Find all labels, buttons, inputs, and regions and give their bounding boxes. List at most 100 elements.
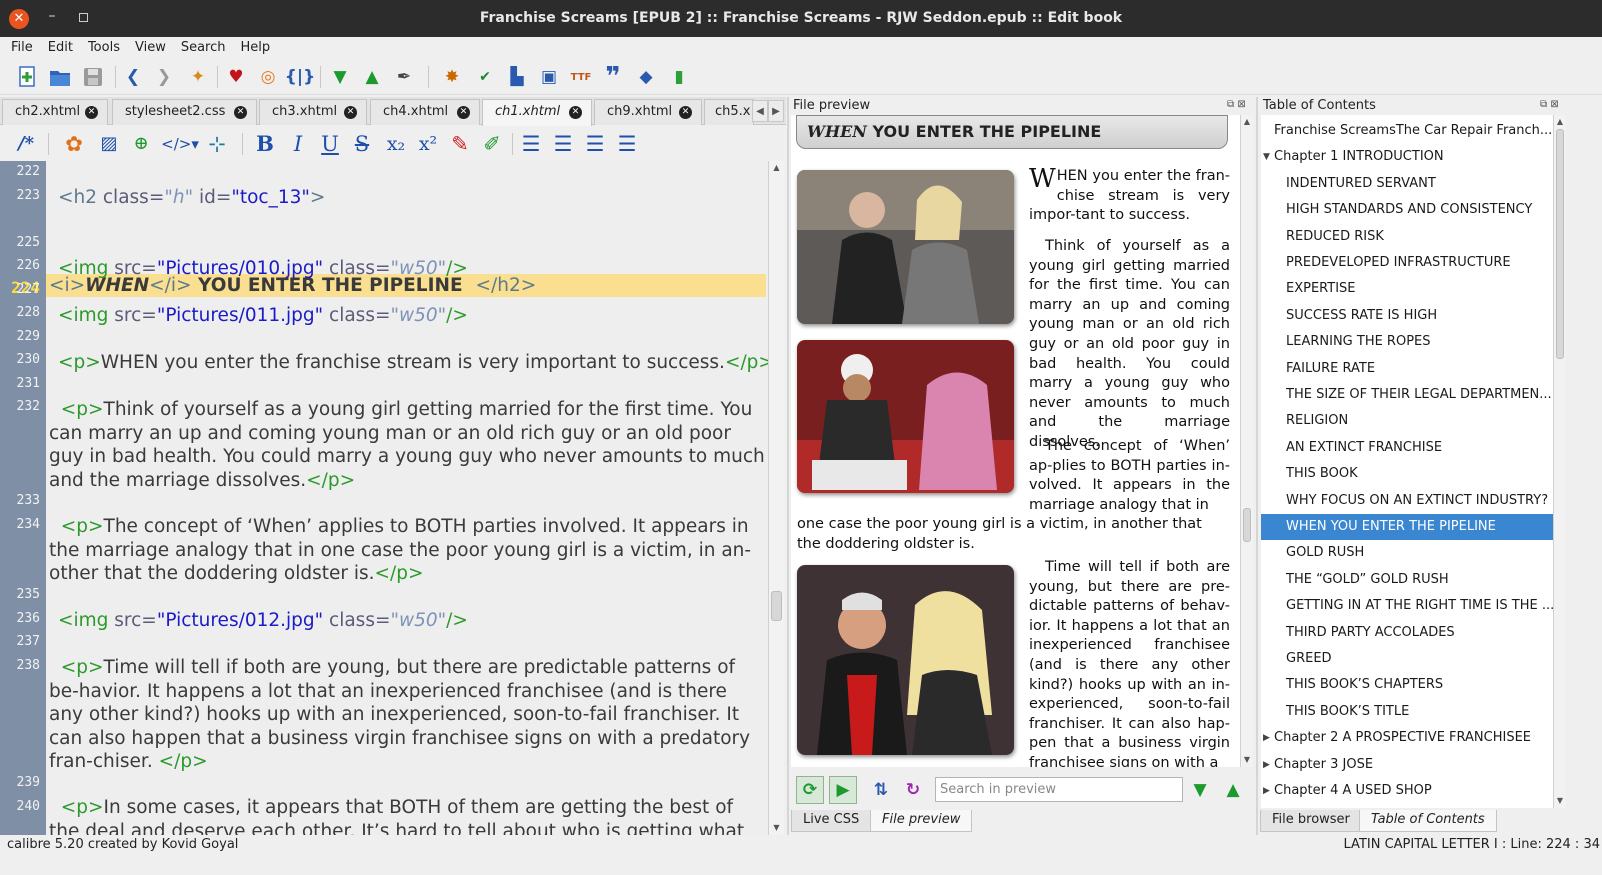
insert-link-icon[interactable]: ⊕ <box>128 132 154 156</box>
toc-item[interactable]: WHEN YOU ENTER THE PIPELINE <box>1261 514 1553 541</box>
toc-item[interactable]: HIGH STANDARDS AND CONSISTENCY <box>1261 197 1553 223</box>
menu-help[interactable]: Help <box>241 37 271 59</box>
dictionary-icon[interactable]: ▣ <box>537 65 561 89</box>
strikethrough-icon[interactable]: S <box>350 132 374 156</box>
insert-image-icon[interactable]: ▨ <box>96 132 122 156</box>
tab-ch5[interactable]: ch5.x <box>704 99 754 125</box>
undo-icon[interactable]: ❮ <box>121 65 145 89</box>
toc-item[interactable]: THIS BOOK <box>1261 461 1553 487</box>
save-icon[interactable] <box>81 65 105 89</box>
toc-item[interactable]: AN EXTINCT FRANCHISE <box>1261 435 1553 461</box>
checkpoint-icon[interactable]: ✦ <box>186 65 210 89</box>
tab-file-browser[interactable]: File browser <box>1260 810 1362 832</box>
new-file-icon[interactable] <box>16 65 40 89</box>
stats-icon[interactable]: ▮ <box>667 65 691 89</box>
background-color-icon[interactable]: ✐ <box>480 132 504 156</box>
toc-item[interactable]: ▶ Chapter 3 JOSE <box>1261 752 1553 778</box>
next-arrow-icon[interactable]: ▼ <box>328 65 352 89</box>
tab-ch4[interactable]: ch4.xhtml ✕ <box>370 99 480 125</box>
scroll-down-icon[interactable]: ▼ <box>1554 794 1566 808</box>
preview-search-input[interactable]: Search in preview <box>935 777 1183 802</box>
search-next-icon[interactable]: ▼ <box>1188 778 1212 802</box>
braces-icon[interactable]: {|} <box>285 65 315 89</box>
toc-item[interactable]: ▶ Chapter 2 A PROSPECTIVE FRANCHISEE <box>1261 725 1553 751</box>
tab-table-of-contents[interactable]: Table of Contents <box>1359 810 1497 832</box>
search-previous-icon[interactable]: ▲ <box>1221 778 1245 802</box>
preview-scrollbar[interactable]: ▲ ▼ <box>1240 115 1253 767</box>
tab-stylesheet2[interactable]: stylesheet2.css ✕ <box>112 99 257 125</box>
toc-scrollbar[interactable]: ▲ ▼ <box>1553 115 1566 808</box>
toc-item[interactable]: GREED <box>1261 646 1553 672</box>
close-tab-icon[interactable]: ✕ <box>234 106 247 119</box>
bug-check-icon[interactable]: ✸ <box>440 65 464 89</box>
fonts-icon[interactable]: TTF <box>569 65 593 89</box>
tab-ch1[interactable]: ch1.xhtml ✕ <box>482 99 592 126</box>
open-book-icon[interactable] <box>48 65 72 89</box>
scroll-down-icon[interactable]: ▼ <box>1241 753 1253 767</box>
toc-item[interactable]: WHY FOCUS ON AN EXTINCT INDUSTRY? <box>1261 488 1553 514</box>
previous-arrow-icon[interactable]: ▲ <box>360 65 384 89</box>
toc-item[interactable]: GOLD RUSH <box>1261 540 1553 566</box>
toc-item[interactable]: SUCCESS RATE IS HIGH <box>1261 303 1553 329</box>
color-icon[interactable]: ✎ <box>448 132 472 156</box>
close-tab-icon[interactable]: ✕ <box>569 106 582 119</box>
split-icon[interactable]: ⊹ <box>204 132 230 156</box>
align-justify-icon[interactable]: ☰ <box>615 132 639 156</box>
menu-edit[interactable]: Edit <box>48 37 73 59</box>
bold-icon[interactable]: B <box>253 132 277 156</box>
tab-file-preview[interactable]: File preview <box>870 810 973 832</box>
comment-icon[interactable]: /* <box>14 132 38 156</box>
insert-tag-dropdown-icon[interactable]: </>▾ <box>160 132 200 156</box>
subscript-icon[interactable]: x₂ <box>382 132 410 156</box>
toc-item[interactable]: REDUCED RISK <box>1261 224 1553 250</box>
close-tab-icon[interactable]: ✕ <box>457 106 470 119</box>
reports-icon[interactable]: ▙ <box>505 65 529 89</box>
toc-item[interactable]: THE SIZE OF THEIR LEGAL DEPARTMEN... <box>1261 382 1553 408</box>
expand-arrow-icon[interactable]: ▶ <box>1263 725 1270 751</box>
align-left-icon[interactable]: ☰ <box>519 132 543 156</box>
toc-item[interactable]: EXPERTISE <box>1261 276 1553 302</box>
tab-ch2[interactable]: ch2.xhtml ✕ <box>2 99 108 125</box>
tab-ch9[interactable]: ch9.xhtml ✕ <box>594 99 702 125</box>
menu-file[interactable]: File <box>11 37 33 59</box>
scroll-up-icon[interactable]: ▲ <box>769 161 784 175</box>
tab-live-css[interactable]: Live CSS <box>791 810 872 832</box>
lifebuoy-icon[interactable]: ◎ <box>256 65 280 89</box>
clear-formatting-icon[interactable]: ◆ <box>634 65 658 89</box>
close-tab-icon[interactable]: ✕ <box>344 106 357 119</box>
align-center-icon[interactable]: ☰ <box>551 132 575 156</box>
editor-scrollbar[interactable]: ▲ ▼ <box>768 161 784 835</box>
toc-item[interactable]: GETTING IN AT THE RIGHT TIME IS THE ... <box>1261 593 1553 619</box>
close-tab-icon[interactable]: ✕ <box>679 106 692 119</box>
favorite-icon[interactable]: ♥ <box>224 65 248 89</box>
scrollbar-thumb[interactable] <box>771 591 782 621</box>
toc-item[interactable]: Franchise ScreamsThe Car Repair Franch..… <box>1261 118 1553 144</box>
quote-icon[interactable]: ❞ <box>601 62 625 92</box>
toc-item[interactable]: ▼ Chapter 1 INTRODUCTION <box>1261 144 1553 170</box>
insert-tag-icon[interactable]: ✿ <box>62 132 86 156</box>
file-preview[interactable]: WHEN YOU ENTER THE PIPELINE W HEN you ent… <box>791 115 1240 767</box>
expand-arrow-icon[interactable]: ▶ <box>1263 752 1270 778</box>
toc-item[interactable]: ▶ Chapter 4 A USED SHOP <box>1261 778 1553 804</box>
scrollbar-thumb[interactable] <box>1243 508 1251 542</box>
underline-icon[interactable]: U <box>318 132 342 156</box>
redo-icon[interactable]: ❯ <box>152 65 176 89</box>
menu-tools[interactable]: Tools <box>88 37 120 59</box>
toc-item[interactable]: INDENTURED SERVANT <box>1261 171 1553 197</box>
superscript-icon[interactable]: x² <box>414 132 442 156</box>
toc-item[interactable]: LEARNING THE ROPES <box>1261 329 1553 355</box>
reload-css-icon[interactable]: ↻ <box>901 778 925 802</box>
toc-item[interactable]: PREDEVELOPED INFRASTRUCTURE <box>1261 250 1553 276</box>
scroll-up-icon[interactable]: ▲ <box>1554 115 1566 129</box>
scroll-down-icon[interactable]: ▼ <box>769 821 784 835</box>
expand-arrow-icon[interactable]: ▶ <box>1263 778 1270 804</box>
refresh-preview-icon[interactable]: ⟳ <box>796 776 824 804</box>
toc-item[interactable]: RELIGION <box>1261 408 1553 434</box>
toc-item[interactable]: THE “GOLD” GOLD RUSH <box>1261 567 1553 593</box>
auto-reload-icon[interactable]: ▶ <box>829 776 857 804</box>
toc-item[interactable]: THIS BOOK’S CHAPTERS <box>1261 672 1553 698</box>
sync-preview-icon[interactable]: ⇅ <box>869 778 893 802</box>
toc-pane-buttons[interactable]: ⧉ ⊠ <box>1540 99 1559 110</box>
tab-scroll-right-icon[interactable]: ▶ <box>768 100 784 122</box>
code-editor[interactable]: 222 223 224 225 226 227 228 229 230 231 … <box>0 161 768 835</box>
